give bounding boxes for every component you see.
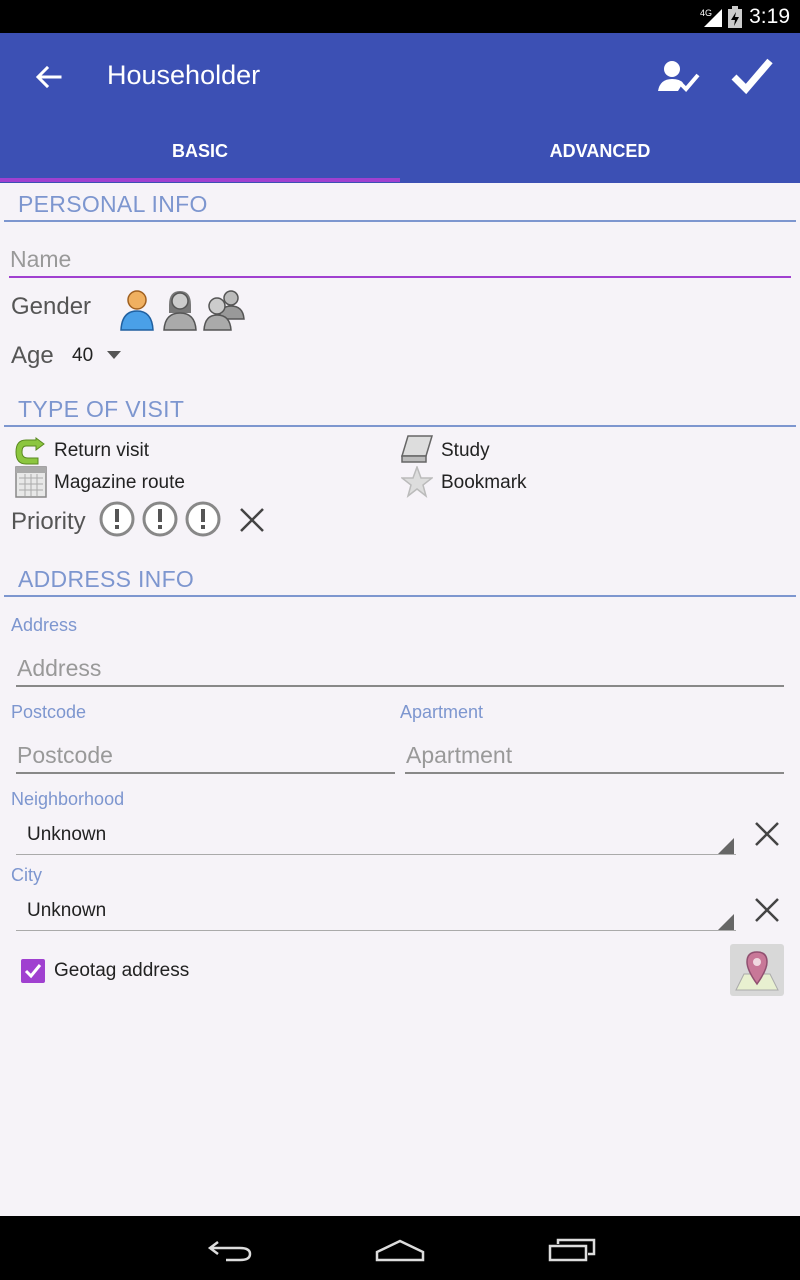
- address-input-underline: [16, 685, 784, 687]
- nav-back-icon[interactable]: [206, 1238, 254, 1262]
- section-address-info: ADDRESS INFO: [4, 561, 796, 597]
- status-bar: 4G 3:19: [0, 0, 800, 33]
- svg-text:4G: 4G: [700, 8, 712, 18]
- city-select[interactable]: Unknown: [16, 894, 736, 932]
- visit-option-magazine-route[interactable]: Magazine route: [54, 472, 185, 494]
- gender-female-icon[interactable]: [163, 289, 197, 331]
- clear-neighborhood-icon[interactable]: [754, 821, 780, 847]
- gender-label: Gender: [11, 293, 92, 320]
- section-type-of-visit: TYPE OF VISIT: [4, 391, 796, 427]
- battery-icon: [728, 6, 742, 28]
- address-caption: Address: [11, 615, 78, 635]
- signal-icon: 4G: [700, 8, 722, 27]
- map-pin-icon[interactable]: [730, 944, 784, 996]
- tab-advanced[interactable]: ADVANCED: [400, 126, 800, 181]
- section-personal-info: PERSONAL INFO: [4, 186, 796, 222]
- magazine-route-calendar-icon[interactable]: [15, 466, 47, 498]
- geotag-checkbox[interactable]: [20, 958, 46, 984]
- person-check-icon[interactable]: [656, 57, 700, 97]
- city-caption: City: [11, 865, 42, 885]
- gender-group-icon[interactable]: [203, 289, 245, 331]
- geotag-label: Geotag address: [54, 960, 190, 981]
- visit-option-study[interactable]: Study: [441, 440, 490, 462]
- tab-indicator: [0, 178, 400, 182]
- priority-2-icon[interactable]: [142, 501, 178, 537]
- priority-label: Priority: [11, 508, 86, 535]
- neighborhood-select[interactable]: Unknown: [16, 818, 736, 856]
- postcode-caption: Postcode: [11, 702, 87, 722]
- back-arrow-icon[interactable]: [30, 59, 66, 95]
- nav-home-icon[interactable]: [374, 1238, 426, 1262]
- age-value: 40: [72, 345, 94, 366]
- app-bar: Householder BASIC ADVANCED: [0, 33, 800, 183]
- bookmark-star-icon[interactable]: [401, 466, 433, 498]
- apartment-caption: Apartment: [400, 702, 484, 722]
- page-title: Householder: [107, 60, 261, 90]
- postcode-input[interactable]: Postcode: [17, 742, 113, 769]
- save-check-icon[interactable]: [728, 53, 776, 97]
- gender-male-icon[interactable]: [120, 289, 154, 331]
- city-underline: [16, 930, 736, 931]
- section-heading: PERSONAL INFO: [18, 191, 208, 217]
- name-input-underline: [9, 276, 791, 278]
- visit-option-bookmark[interactable]: Bookmark: [441, 472, 527, 494]
- age-dropdown[interactable]: 40: [72, 345, 132, 371]
- study-book-icon[interactable]: [400, 434, 434, 464]
- neighborhood-caption: Neighborhood: [11, 789, 125, 809]
- visit-option-return-visit[interactable]: Return visit: [54, 440, 149, 462]
- system-nav-bar: [0, 1216, 800, 1280]
- return-visit-icon[interactable]: [14, 434, 46, 466]
- clear-priority-icon[interactable]: [238, 506, 266, 534]
- spinner-corner-icon: [718, 838, 734, 854]
- clear-city-icon[interactable]: [754, 897, 780, 923]
- city-value: Unknown: [27, 900, 107, 921]
- postcode-input-underline: [16, 772, 395, 774]
- priority-1-icon[interactable]: [99, 501, 135, 537]
- apartment-input-underline: [405, 772, 784, 774]
- clock: 3:19: [749, 5, 790, 28]
- section-heading: TYPE OF VISIT: [18, 396, 185, 422]
- apartment-input[interactable]: Apartment: [406, 742, 512, 769]
- neighborhood-underline: [16, 854, 736, 855]
- priority-3-icon[interactable]: [185, 501, 221, 537]
- nav-recents-icon[interactable]: [548, 1238, 596, 1262]
- address-input[interactable]: Address: [17, 655, 101, 682]
- name-input[interactable]: Name: [10, 246, 71, 273]
- neighborhood-value: Unknown: [27, 824, 107, 845]
- dropdown-arrow-icon: [107, 351, 121, 359]
- spinner-corner-icon: [718, 914, 734, 930]
- age-label: Age: [11, 342, 54, 369]
- tab-basic[interactable]: BASIC: [0, 126, 400, 181]
- section-heading: ADDRESS INFO: [18, 566, 195, 592]
